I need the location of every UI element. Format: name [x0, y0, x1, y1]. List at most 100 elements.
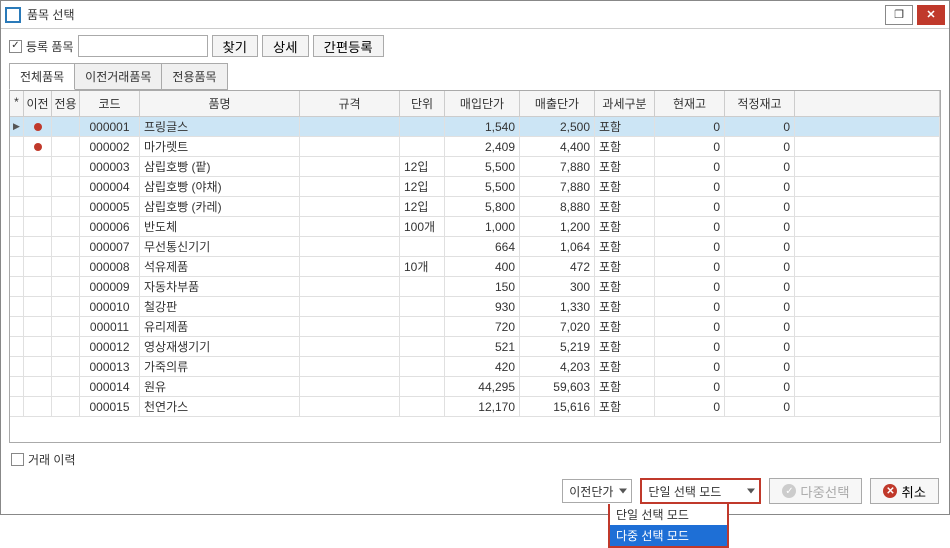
cancel-label: 취소	[901, 482, 926, 501]
cell-name: 원유	[140, 377, 300, 397]
col-marker[interactable]: *	[10, 91, 24, 116]
cell-spacer	[795, 337, 940, 357]
cell-proper-stock: 0	[725, 237, 795, 257]
cell-previous	[24, 337, 52, 357]
items-grid: * 이전 전용 코드 품명 규격 단위 매입단가 매출단가 과세구분 현재고 적…	[9, 90, 941, 443]
cell-sell-price: 1,200	[520, 217, 595, 237]
row-indicator	[10, 177, 24, 197]
tab-0[interactable]: 전체품목	[9, 63, 75, 90]
multi-select-label: 다중선택	[800, 482, 849, 501]
col-previous[interactable]: 이전	[24, 91, 52, 116]
table-row[interactable]: 000010철강판9301,330포함00	[10, 297, 940, 317]
table-row[interactable]: 000008석유제품10개400472포함00	[10, 257, 940, 277]
cell-unit: 12입	[400, 197, 445, 217]
cell-name: 천연가스	[140, 397, 300, 417]
cell-proper-stock: 0	[725, 217, 795, 237]
col-proper-stock[interactable]: 적정재고	[725, 91, 795, 116]
search-input[interactable]	[78, 35, 208, 57]
cell-spec	[300, 377, 400, 397]
cell-exclusive	[52, 317, 80, 337]
cell-previous	[24, 277, 52, 297]
cell-stock: 0	[655, 377, 725, 397]
cell-exclusive	[52, 377, 80, 397]
cell-spec	[300, 217, 400, 237]
table-row[interactable]: 000004삼립호빵 (야채)12입5,5007,880포함00	[10, 177, 940, 197]
col-sell-price[interactable]: 매출단가	[520, 91, 595, 116]
cell-sell-price: 4,203	[520, 357, 595, 377]
quick-register-button[interactable]: 간편등록	[313, 35, 384, 57]
row-indicator	[10, 397, 24, 417]
cell-tax: 포함	[595, 237, 655, 257]
prev-price-select-label: 이전단가	[569, 483, 613, 500]
row-indicator	[10, 237, 24, 257]
cell-previous	[24, 197, 52, 217]
grid-body[interactable]: ▶000001프링글스1,5402,500포함00000002마가렛트2,409…	[10, 117, 940, 442]
item-select-dialog: 품목 선택 ❐ ✕ 등록 품목 찾기 상세 간편등록 전체품목이전거래품목전용품…	[0, 0, 950, 515]
registered-items-checkbox[interactable]	[9, 40, 22, 53]
cell-buy-price: 5,500	[445, 177, 520, 197]
detail-button[interactable]: 상세	[262, 35, 309, 57]
table-row[interactable]: 000005삼립호빵 (카레)12입5,8008,880포함00	[10, 197, 940, 217]
col-buy-price[interactable]: 매입단가	[445, 91, 520, 116]
cell-name: 삼립호빵 (카레)	[140, 197, 300, 217]
cell-code: 000002	[80, 137, 140, 157]
col-exclusive[interactable]: 전용	[52, 91, 80, 116]
table-row[interactable]: 000013가죽의류4204,203포함00	[10, 357, 940, 377]
transaction-history-checkbox[interactable]	[11, 453, 24, 466]
cell-stock: 0	[655, 137, 725, 157]
cell-stock: 0	[655, 337, 725, 357]
multi-select-button[interactable]: ✓ 다중선택	[769, 478, 862, 504]
col-unit[interactable]: 단위	[400, 91, 445, 116]
table-row[interactable]: 000002마가렛트2,4094,400포함00	[10, 137, 940, 157]
close-button[interactable]: ✕	[917, 5, 945, 25]
cancel-button[interactable]: ✕ 취소	[870, 478, 939, 504]
table-row[interactable]: 000015천연가스12,17015,616포함00	[10, 397, 940, 417]
cell-name: 삼립호빵 (팥)	[140, 157, 300, 177]
col-name[interactable]: 품명	[140, 91, 300, 116]
cell-tax: 포함	[595, 157, 655, 177]
tab-2[interactable]: 전용품목	[161, 63, 227, 90]
cell-code: 000006	[80, 217, 140, 237]
cancel-icon: ✕	[883, 484, 897, 498]
cell-proper-stock: 0	[725, 117, 795, 137]
cell-code: 000011	[80, 317, 140, 337]
table-row[interactable]: 000006반도체100개1,0001,200포함00	[10, 217, 940, 237]
footer-options: 거래 이력	[1, 447, 949, 472]
cell-spec	[300, 177, 400, 197]
prev-price-select[interactable]: 이전단가	[562, 479, 632, 503]
check-icon: ✓	[782, 484, 796, 498]
table-row[interactable]: 000007무선통신기기6641,064포함00	[10, 237, 940, 257]
cell-spacer	[795, 117, 940, 137]
col-stock[interactable]: 현재고	[655, 91, 725, 116]
cell-sell-price: 15,616	[520, 397, 595, 417]
mode-option-1[interactable]: 다중 선택 모드	[610, 525, 727, 546]
cell-name: 가죽의류	[140, 357, 300, 377]
cell-previous	[24, 377, 52, 397]
cell-proper-stock: 0	[725, 337, 795, 357]
selection-mode-select[interactable]: 단일 선택 모드	[640, 478, 761, 504]
table-row[interactable]: 000012영상재생기기5215,219포함00	[10, 337, 940, 357]
cell-spec	[300, 357, 400, 377]
cell-spec	[300, 397, 400, 417]
cell-proper-stock: 0	[725, 177, 795, 197]
table-row[interactable]: 000011유리제품7207,020포함00	[10, 317, 940, 337]
col-spec[interactable]: 규격	[300, 91, 400, 116]
table-row[interactable]: 000009자동차부품150300포함00	[10, 277, 940, 297]
cell-proper-stock: 0	[725, 297, 795, 317]
search-button[interactable]: 찾기	[212, 35, 259, 57]
table-row[interactable]: 000014원유44,29559,603포함00	[10, 377, 940, 397]
table-row[interactable]: 000003삼립호빵 (팥)12입5,5007,880포함00	[10, 157, 940, 177]
col-tax[interactable]: 과세구분	[595, 91, 655, 116]
col-code[interactable]: 코드	[80, 91, 140, 116]
cell-name: 삼립호빵 (야채)	[140, 177, 300, 197]
cell-spec	[300, 337, 400, 357]
cell-spacer	[795, 257, 940, 277]
cell-code: 000005	[80, 197, 140, 217]
cell-previous	[24, 157, 52, 177]
cell-name: 마가렛트	[140, 137, 300, 157]
transaction-history-label: 거래 이력	[28, 451, 76, 468]
maximize-button[interactable]: ❐	[885, 5, 913, 25]
tab-1[interactable]: 이전거래품목	[74, 63, 162, 90]
cell-spacer	[795, 137, 940, 157]
table-row[interactable]: ▶000001프링글스1,5402,500포함00	[10, 117, 940, 137]
